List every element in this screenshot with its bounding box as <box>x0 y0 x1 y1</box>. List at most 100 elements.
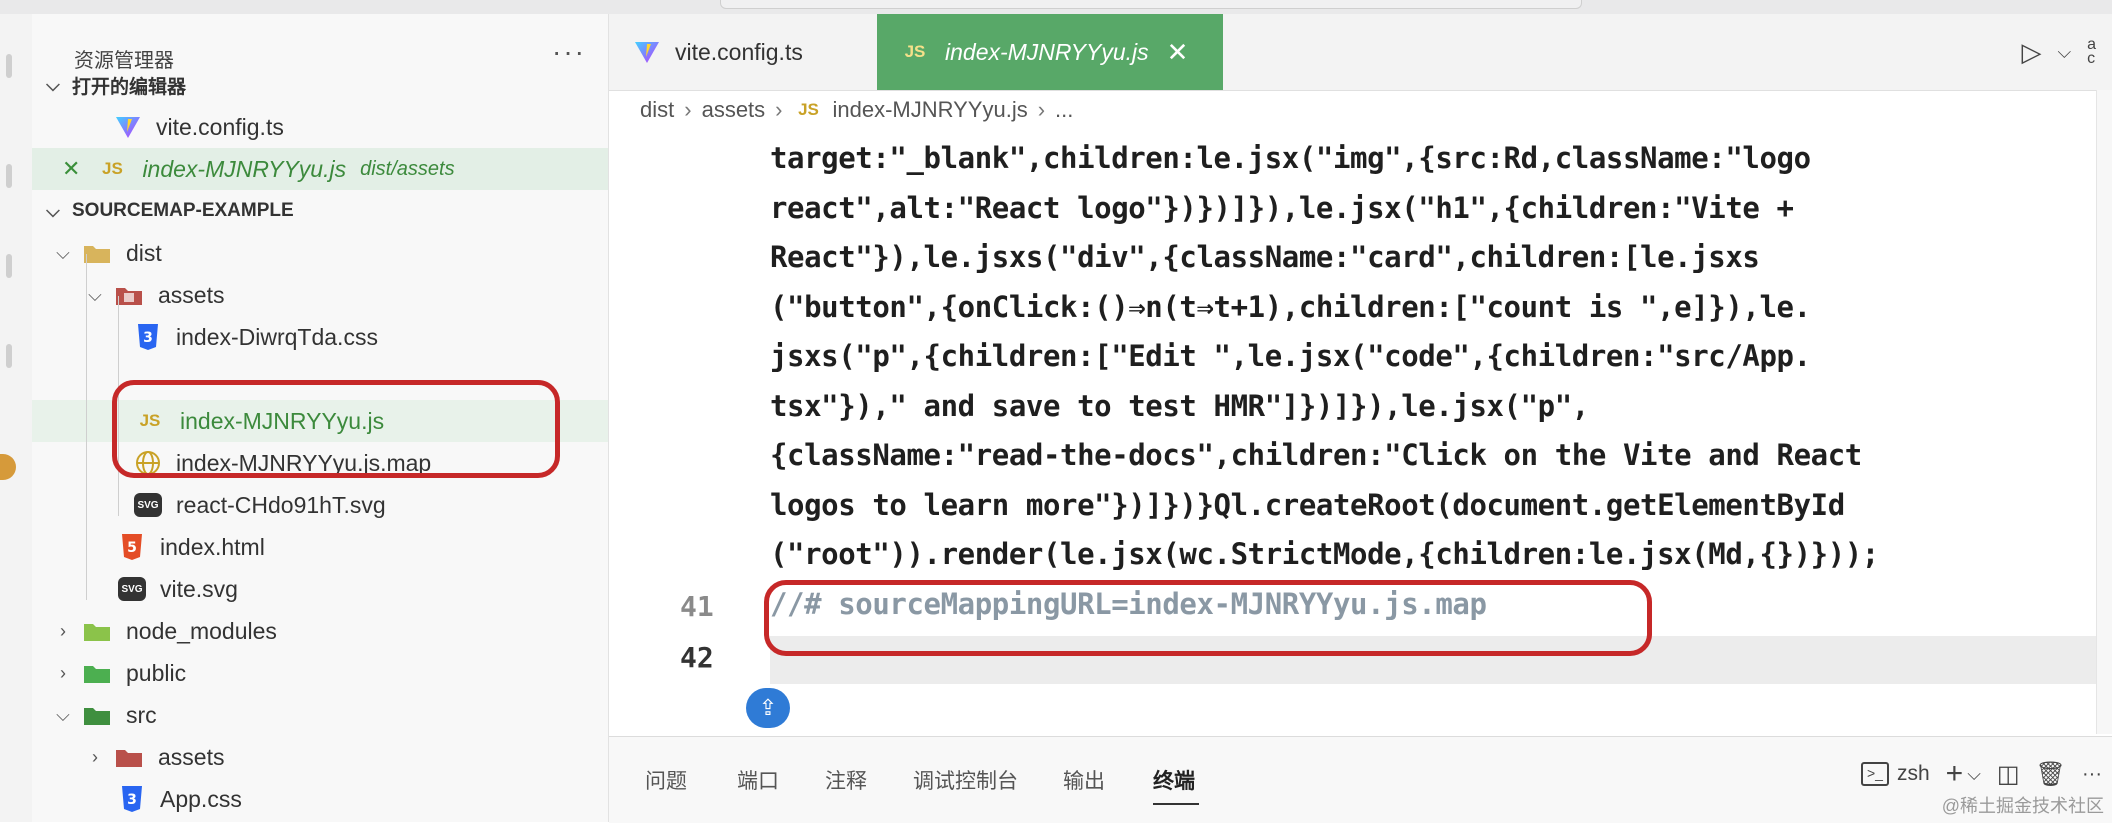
html-icon: 5 <box>118 533 146 561</box>
svg-text:3: 3 <box>143 330 153 346</box>
add-terminal-icon[interactable]: + <box>1946 757 1964 791</box>
line-number: 42 <box>680 641 714 674</box>
breadcrumb-item[interactable]: dist <box>640 97 674 123</box>
chevron-down-icon: ⌵ <box>46 200 60 221</box>
folder-name: dist <box>126 239 162 266</box>
folder-icon <box>114 743 144 771</box>
tree-folder-dist[interactable]: ⌵ dist <box>32 232 608 274</box>
notification-badge[interactable] <box>0 454 16 480</box>
close-icon[interactable]: ✕ <box>62 156 80 182</box>
code-line: logos to learn more"})]})}Ql.createRoot(… <box>770 487 1845 522</box>
js-icon: JS <box>904 42 926 61</box>
chevron-right-icon: › <box>60 662 66 683</box>
highlight-annotation <box>112 380 560 478</box>
file-name: App.css <box>160 785 242 812</box>
editor-scrollbar[interactable] <box>2096 90 2112 734</box>
code-line: ("root")).render(le.jsx(wc.StrictMode,{c… <box>770 537 1879 571</box>
file-name: vite.config.ts <box>156 113 284 140</box>
tree-folder-src-assets[interactable]: › assets <box>32 736 608 778</box>
chevron-right-icon: › <box>684 97 692 122</box>
file-name: vite.svg <box>160 575 238 602</box>
chevron-right-icon: › <box>775 97 783 122</box>
breadcrumb-item[interactable]: index-MJNRYYyu.js <box>833 97 1028 123</box>
open-editor-item[interactable]: vite.config.ts <box>32 106 608 148</box>
folder-name: public <box>126 659 187 686</box>
code-line: React"}),le.jsxs("div",{className:"card"… <box>770 240 1760 274</box>
svg-icon: SVG <box>118 577 146 601</box>
file-path: dist/assets <box>360 157 455 180</box>
open-editors-section[interactable]: ⌵ 打开的编辑器 <box>32 64 608 106</box>
activity-marker <box>6 344 12 368</box>
file-name: index.html <box>160 533 265 560</box>
chevron-right-icon: › <box>1037 97 1046 122</box>
section-label: 打开的编辑器 <box>72 76 187 98</box>
tree-folder-src[interactable]: ⌵ src <box>32 694 608 736</box>
code-line: jsxs("p",{children:["Edit ",le.jsx("code… <box>770 339 1811 373</box>
folder-icon <box>82 617 112 645</box>
tab-index-js-active[interactable]: JS index-MJNRYYyu.js ✕ <box>877 14 1223 90</box>
watermark: @稀土掘金技术社区 <box>1941 796 2104 816</box>
code-editor[interactable]: target:"_blank",children:le.jsx("img",{s… <box>770 134 1879 629</box>
tab-terminal[interactable]: 终端 <box>1153 765 1195 795</box>
folder-name: assets <box>158 743 225 770</box>
tab-vite-config[interactable]: vite.config.ts <box>609 14 877 90</box>
svg-icon: SVG <box>134 493 162 517</box>
tab-output[interactable]: 输出 <box>1063 765 1105 795</box>
chevron-down-icon[interactable]: ⌵ <box>1967 764 1981 785</box>
chevron-down-icon: ⌵ <box>88 284 102 305</box>
terminal-name[interactable]: zsh <box>1897 762 1930 786</box>
activity-marker <box>6 254 12 278</box>
run-icon[interactable]: ▷ <box>2021 37 2041 68</box>
tree-folder-public[interactable]: › public <box>32 652 608 694</box>
tree-folder-node-modules[interactable]: › node_modules <box>32 610 608 652</box>
tab-problems[interactable]: 问题 <box>645 765 687 795</box>
css-icon: 3 <box>134 323 162 351</box>
tree-file[interactable]: SVG vite.svg <box>32 568 608 610</box>
project-section[interactable]: ⌵ SOURCEMAP-EXAMPLE <box>32 190 608 232</box>
js-icon: JS <box>798 100 819 119</box>
highlight-annotation <box>764 580 1652 656</box>
css-icon: 3 <box>118 785 146 813</box>
drag-handle[interactable] <box>720 0 1582 9</box>
breadcrumb-item[interactable]: assets <box>702 97 766 123</box>
tab-comments[interactable]: 注释 <box>825 765 867 795</box>
open-editor-item-active[interactable]: ✕ JS index-MJNRYYyu.js dist/assets <box>32 148 608 190</box>
tree-file[interactable]: 3 App.css <box>32 778 608 820</box>
bottom-panel: 问题 端口 注释 调试控制台 输出 终端 >_ zsh + ⌵ ◫ 🗑 ··· <box>609 736 2112 823</box>
trash-icon[interactable]: 🗑 <box>2036 760 2066 789</box>
folder-name: src <box>126 701 157 728</box>
chevron-down-icon[interactable]: ⌵ <box>2057 42 2071 63</box>
window-top-bar <box>0 0 2112 15</box>
js-icon: JS <box>102 159 123 178</box>
file-name: index-MJNRYYyu.js <box>142 155 347 182</box>
tab-ports[interactable]: 端口 <box>737 765 779 795</box>
breadcrumb-item[interactable]: ... <box>1055 97 1073 123</box>
scroll-up-icon[interactable]: ⇪ <box>746 688 790 728</box>
chevron-down-icon: ⌵ <box>46 74 60 95</box>
breadcrumb: dist › assets › JS index-MJNRYYyu.js › .… <box>640 96 1073 124</box>
tab-label: index-MJNRYYyu.js <box>945 38 1149 65</box>
indent-guide <box>86 254 87 600</box>
close-icon[interactable]: ✕ <box>1167 37 1189 68</box>
code-line: tsx"})," and save to test HMR"]})]}),le.… <box>770 388 1589 423</box>
chevron-down-icon: ⌵ <box>56 242 70 263</box>
code-line: react",alt:"React logo"})})]}),le.jsx("h… <box>770 190 1794 225</box>
folder-name: node_modules <box>126 617 277 644</box>
active-tab-indicator <box>1153 803 1199 805</box>
vite-icon <box>114 113 142 141</box>
terminal-icon: >_ <box>1860 762 1889 786</box>
more-actions-icon[interactable]: ··· <box>2082 763 2102 786</box>
word-wrap-icon[interactable]: ac <box>2087 37 2096 67</box>
svg-text:5: 5 <box>127 540 137 556</box>
activity-bar <box>0 14 33 822</box>
tab-debug-console[interactable]: 调试控制台 <box>913 765 1018 795</box>
split-panel-icon[interactable]: ◫ <box>1997 760 2020 789</box>
folder-icon <box>82 701 112 729</box>
code-line: ("button",{onClick:()⇒n(t⇒t+1),children:… <box>770 289 1811 324</box>
vite-icon <box>633 38 661 66</box>
file-name: react-CHdo91hT.svg <box>176 491 386 518</box>
panel-actions: >_ zsh + ⌵ ◫ 🗑 ··· <box>1845 757 2102 791</box>
tree-file[interactable]: 5 index.html <box>32 526 608 568</box>
activity-marker <box>6 164 12 188</box>
section-label: SOURCEMAP-EXAMPLE <box>72 200 294 221</box>
